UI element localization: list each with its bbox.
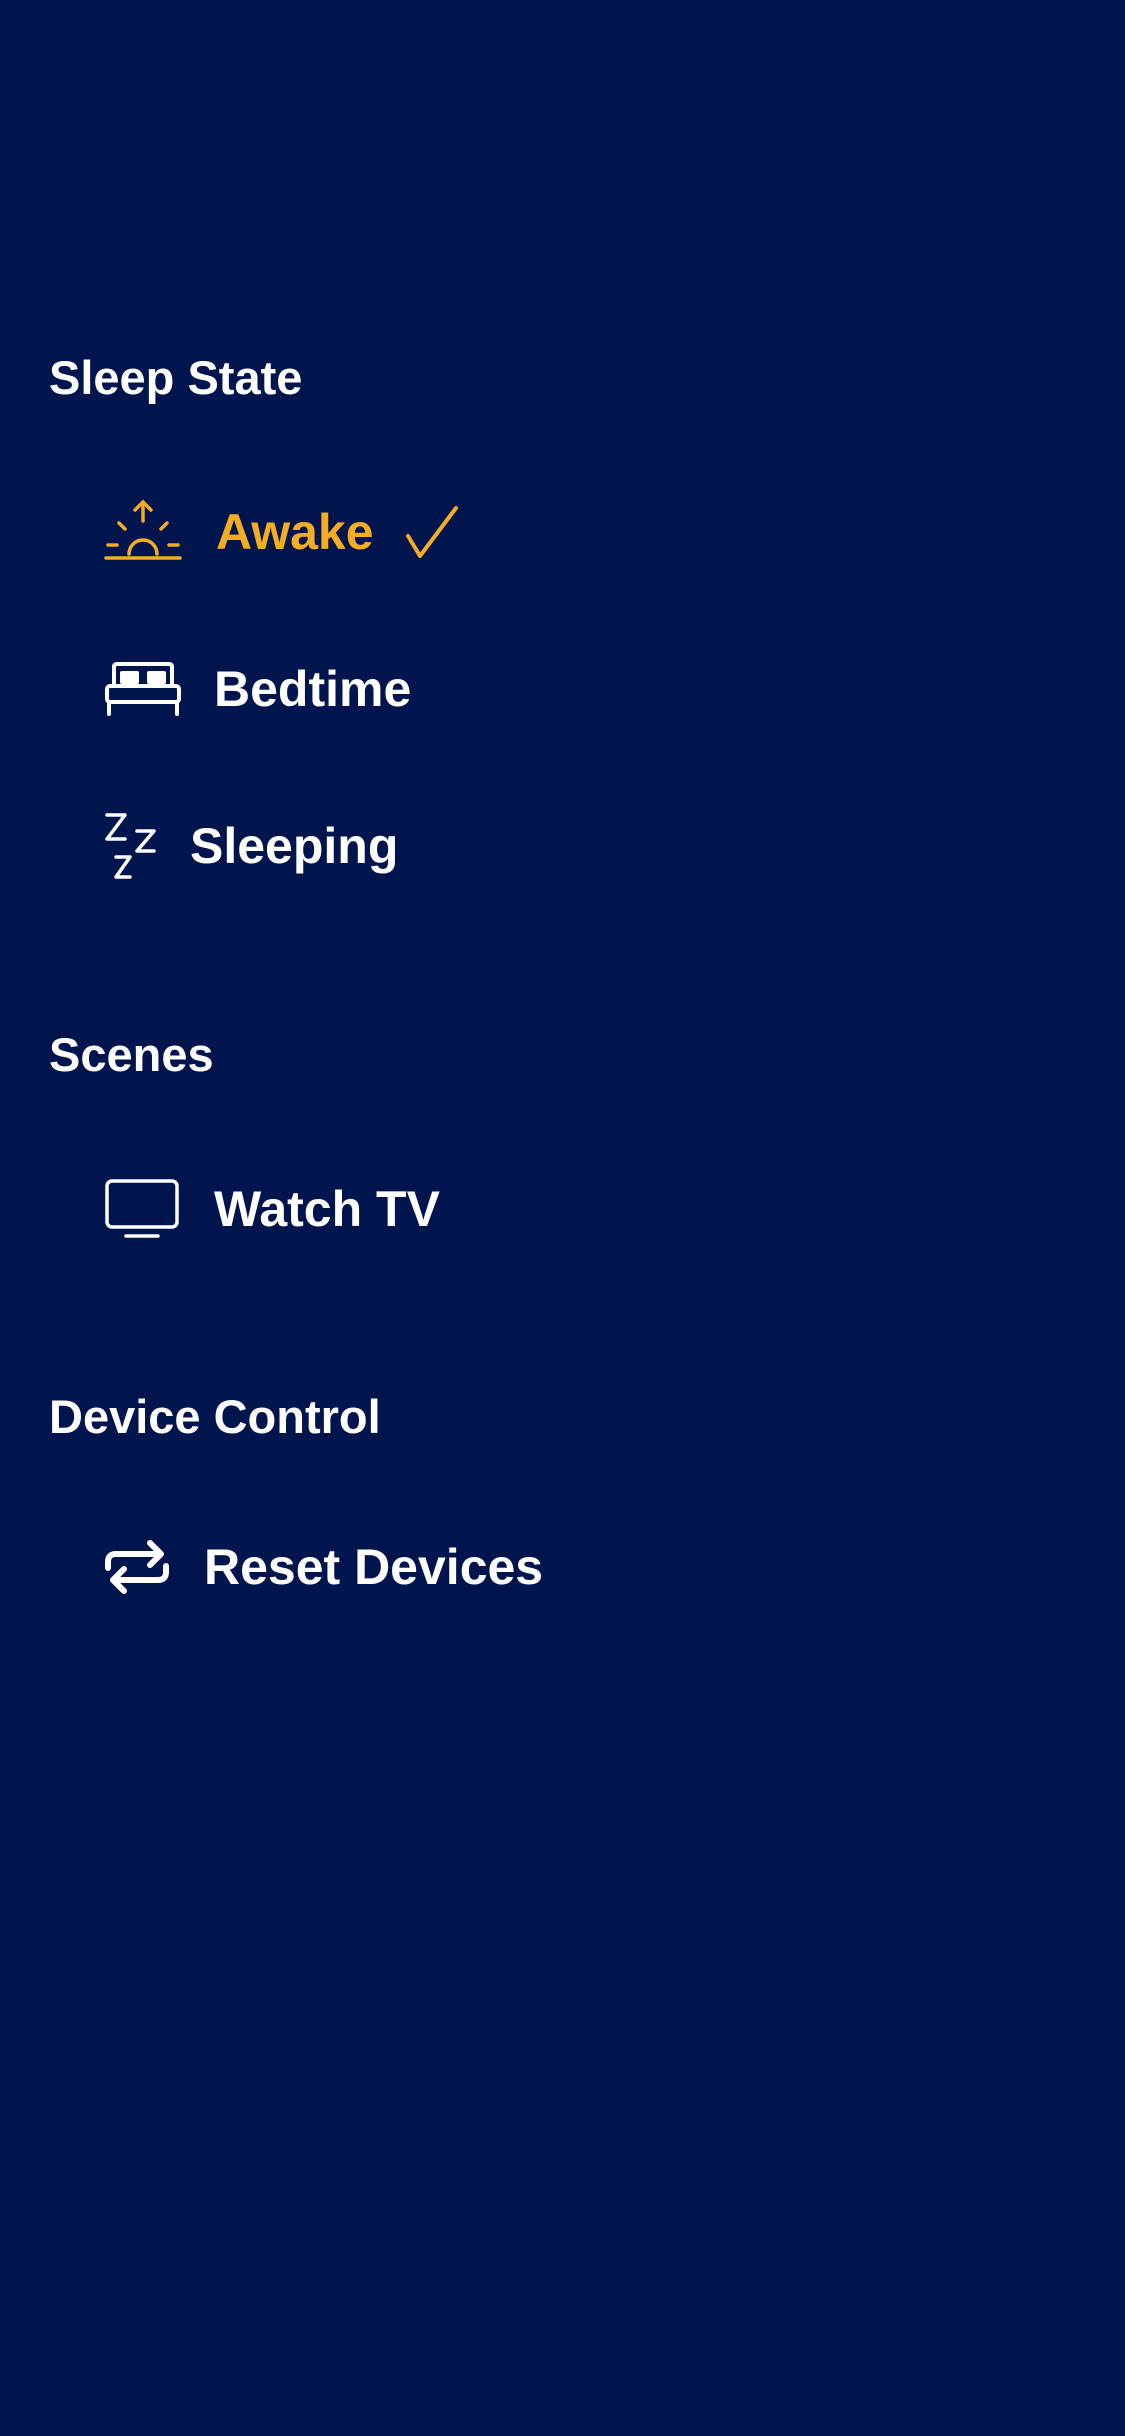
zzz-icon — [104, 811, 158, 881]
repeat-icon — [104, 1538, 170, 1596]
section-title-scenes: Scenes — [49, 1028, 214, 1081]
menu-item-label: Reset Devices — [204, 1539, 544, 1595]
menu-item-label: Watch TV — [214, 1181, 440, 1237]
section-title-sleep-state: Sleep State — [49, 351, 303, 404]
checkmark-icon — [404, 504, 460, 560]
menu-item-watch-tv[interactable]: Watch TV — [104, 1169, 440, 1249]
sunrise-icon — [104, 499, 182, 565]
menu-item-reset-devices[interactable]: Reset Devices — [104, 1527, 543, 1607]
menu-item-bedtime[interactable]: Bedtime — [104, 649, 411, 729]
menu-item-label: Bedtime — [214, 661, 412, 717]
bed-icon — [104, 661, 182, 717]
menu-item-label: Sleeping — [190, 818, 399, 874]
menu-item-sleeping[interactable]: Sleeping — [104, 806, 398, 886]
menu-item-awake[interactable]: Awake — [104, 492, 460, 572]
menu-item-label: Awake — [216, 504, 374, 560]
tv-icon — [104, 1178, 180, 1240]
section-title-device-control: Device Control — [49, 1390, 381, 1443]
